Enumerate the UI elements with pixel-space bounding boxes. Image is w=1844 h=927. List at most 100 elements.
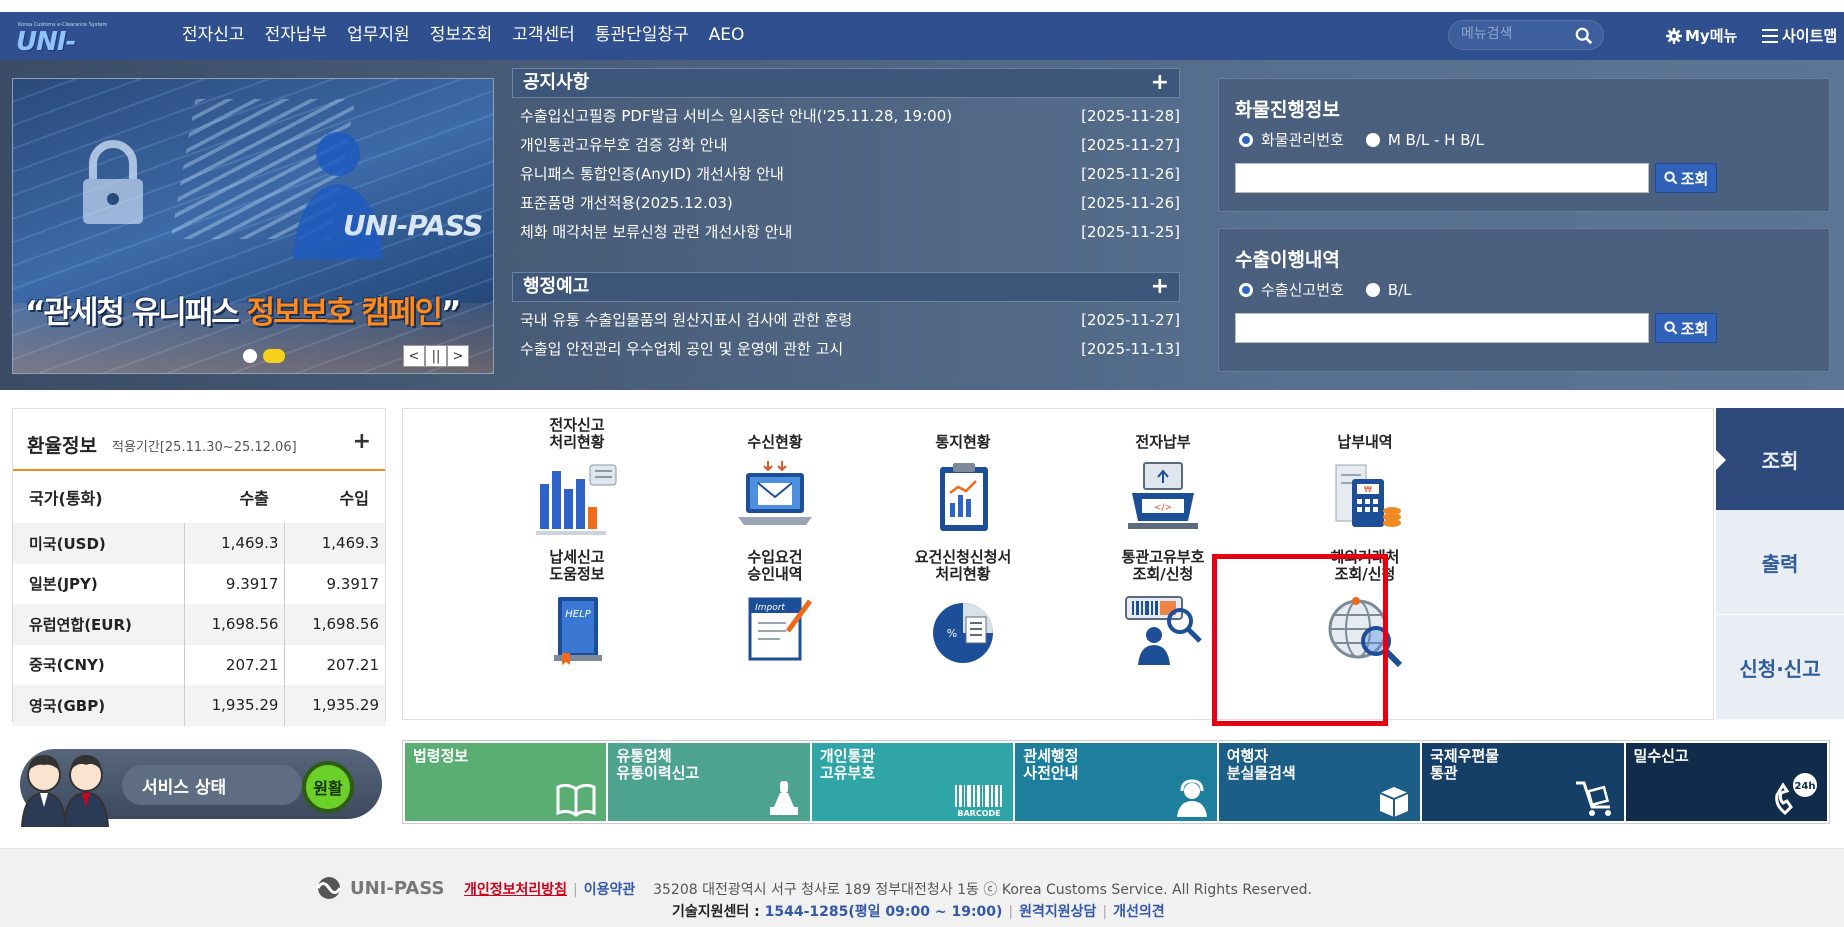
remote-support-link[interactable]: 원격지원상담 bbox=[1019, 904, 1096, 920]
tile-label: 고유부호 bbox=[819, 764, 876, 782]
quick-tax-report-help[interactable]: 납세신고 도움정보 HELP bbox=[497, 549, 657, 671]
notice-item[interactable]: 유니패스 통합인증(AnyID) 개선사항 안내 [2025-11-26] bbox=[512, 160, 1180, 189]
export-option-bl[interactable]: B/L bbox=[1365, 279, 1412, 300]
barcode-icon: BARCODE bbox=[955, 785, 1003, 817]
notice-more-button[interactable]: + bbox=[1151, 69, 1169, 97]
tile-customs-guide[interactable]: 관세행정 사전안내 bbox=[1015, 743, 1217, 821]
cargo-option-bl[interactable]: M B/L - H B/L bbox=[1365, 129, 1484, 150]
korea-customs-emblem-icon bbox=[316, 877, 342, 899]
column-header: 수입 bbox=[339, 489, 369, 508]
admin-notice-item[interactable]: 국내 유통 수출입물품의 원산지표시 검사에 관한 훈령 [2025-11-27] bbox=[512, 306, 1180, 335]
menu-search-input[interactable] bbox=[1461, 26, 1571, 42]
banner-dot-2[interactable] bbox=[263, 349, 285, 363]
quick-requirement-application[interactable]: 요건신청신청서 처리현황 % bbox=[883, 549, 1043, 671]
nav-work-support[interactable]: 업무지원 bbox=[337, 22, 420, 48]
main-nav: 전자신고 전자납부 업무지원 정보조회 고객센터 통관단일창구 AEO bbox=[172, 22, 754, 48]
tab-inquiry[interactable]: 조회 bbox=[1714, 408, 1844, 510]
receipt-calculator-icon: ₩ bbox=[1335, 464, 1401, 527]
radio-selected[interactable] bbox=[1239, 282, 1253, 297]
tile-distribution-report[interactable]: 유통업체 유통이력신고 bbox=[608, 743, 810, 821]
tab-print[interactable]: 출력 bbox=[1716, 510, 1844, 615]
radio-unselected[interactable] bbox=[1365, 282, 1380, 297]
campaign-title-part: “관세청 유니패스 bbox=[25, 295, 247, 331]
tile-international-mail[interactable]: 국제우편물 통관 bbox=[1422, 743, 1624, 821]
pause-button[interactable]: || bbox=[425, 345, 447, 367]
divider: | bbox=[1102, 904, 1108, 920]
admin-notice-item-title: 수출입 안전관리 우수업체 공인 및 운영에 관한 고시 bbox=[520, 340, 844, 358]
nav-customer-center[interactable]: 고객센터 bbox=[502, 22, 585, 48]
exchange-more-button[interactable]: + bbox=[353, 429, 371, 454]
privacy-policy-link[interactable]: 개인정보처리방침 bbox=[464, 882, 567, 898]
prev-button[interactable]: < bbox=[403, 345, 425, 367]
quick-label-line: 전자납부 bbox=[1135, 433, 1191, 451]
cargo-title: 화물진행정보 bbox=[1235, 99, 1340, 121]
svg-text:₩: ₩ bbox=[1364, 485, 1372, 494]
cargo-search-button[interactable]: 조회 bbox=[1655, 163, 1717, 193]
unipass-logo[interactable]: Korea Customs e-Clearance System UNI-PAS… bbox=[14, 22, 136, 87]
nav-e-filing[interactable]: 전자신고 bbox=[172, 22, 255, 48]
help-book-icon: HELP bbox=[554, 597, 602, 665]
quick-received-status[interactable]: 수신현황 bbox=[695, 417, 855, 539]
staff-characters-icon bbox=[20, 755, 110, 827]
notice-item-title: 표준품명 개선적용(2025.12.03) bbox=[520, 194, 733, 212]
admin-notice-item[interactable]: 수출입 안전관리 우수업체 공인 및 운영에 관한 고시 [2025-11-13] bbox=[512, 335, 1180, 364]
quick-e-payment[interactable]: 전자납부 </> bbox=[1083, 417, 1243, 539]
service-status-widget: 서비스 상태 원활 bbox=[12, 745, 384, 827]
export-search-button[interactable]: 조회 bbox=[1655, 313, 1717, 343]
notice-item-date: [2025-11-26] bbox=[1081, 194, 1180, 212]
quick-import-requirement[interactable]: 수입요건 승인내역 Import bbox=[695, 549, 855, 671]
banner-brand: UNI-PASS bbox=[343, 209, 483, 242]
notice-item[interactable]: 표준품명 개선적용(2025.12.03) [2025-11-26] bbox=[512, 189, 1180, 218]
country-cell: 유럽연합(EUR) bbox=[13, 604, 185, 645]
menu-search-box bbox=[1448, 20, 1604, 50]
export-input[interactable] bbox=[1235, 313, 1649, 343]
banner-dot-1[interactable] bbox=[243, 349, 257, 363]
export-history-box: 수출이행내역 수출신고번호 B/L 조회 bbox=[1218, 228, 1830, 372]
quick-item-label: 수입요건 승인내역 bbox=[695, 549, 855, 583]
campaign-banner[interactable]: UNI-PASS “관세청 유니패스 정보보호 캠페인” < || > bbox=[12, 78, 494, 374]
radio-selected[interactable] bbox=[1239, 132, 1253, 147]
terms-link[interactable]: 이용약관 bbox=[584, 882, 636, 898]
tile-law-info[interactable]: 법령정보 bbox=[405, 743, 607, 821]
admin-notice-more-button[interactable]: + bbox=[1151, 273, 1169, 301]
table-row: 유럽연합(EUR) 1,698.56 1,698.56 bbox=[13, 604, 385, 645]
cargo-option-mgmt-no[interactable]: 화물관리번호 bbox=[1239, 129, 1344, 150]
search-icon[interactable] bbox=[1575, 27, 1593, 45]
next-button[interactable]: > bbox=[447, 345, 469, 367]
tile-lost-property[interactable]: 여행자 분실물검색 bbox=[1218, 743, 1421, 821]
support-label: 기술지원센터 : bbox=[672, 904, 765, 920]
export-option-decl-no[interactable]: 수출신고번호 bbox=[1239, 279, 1344, 300]
quick-notification-status[interactable]: 통지현황 bbox=[883, 417, 1043, 539]
notice-item[interactable]: 체화 매각처분 보류신청 관련 개선사항 안내 [2025-11-25] bbox=[512, 218, 1180, 247]
search-icon bbox=[1664, 321, 1678, 335]
sitemap-button[interactable]: 사이트맵 bbox=[1762, 25, 1837, 46]
operator-icon bbox=[1176, 779, 1207, 817]
cargo-input[interactable] bbox=[1235, 163, 1649, 193]
notice-item[interactable]: 개인통관고유부호 검증 강화 안내 [2025-11-27] bbox=[512, 131, 1180, 160]
feedback-link[interactable]: 개선의견 bbox=[1113, 904, 1165, 920]
hero-section: UNI-PASS “관세청 유니패스 정보보호 캠페인” < || > 공지사항… bbox=[0, 60, 1844, 390]
nav-info-inquiry[interactable]: 정보조회 bbox=[420, 22, 503, 48]
service-status-label: 서비스 상태 bbox=[122, 765, 302, 805]
banner-pagination bbox=[243, 349, 285, 363]
tile-smuggling-report[interactable]: 밀수신고 24h bbox=[1625, 743, 1827, 821]
export-rate-cell: 1,935.29 bbox=[183, 685, 285, 726]
radio-unselected[interactable] bbox=[1365, 132, 1380, 147]
campaign-title: “관세청 유니패스 정보보호 캠페인” bbox=[25, 287, 461, 332]
quick-e-filing-status[interactable]: 전자신고 처리현황 bbox=[497, 417, 657, 539]
notice-item-title: 수출입신고필증 PDF발급 서비스 일시중단 안내('25.11.28, 19:… bbox=[520, 107, 953, 125]
my-menu-label: My메뉴 bbox=[1685, 27, 1738, 45]
percent-chart-icon: % bbox=[933, 603, 993, 663]
nav-aeo[interactable]: AEO bbox=[699, 22, 755, 48]
quick-overseas-partner-lookup[interactable]: 해외거래처 조회/신청 bbox=[1285, 549, 1445, 671]
notice-item[interactable]: 수출입신고필증 PDF발급 서비스 일시중단 안내('25.11.28, 19:… bbox=[512, 102, 1180, 131]
hamburger-icon bbox=[1762, 28, 1778, 43]
quick-payment-history[interactable]: 납부내역 ₩ bbox=[1285, 417, 1445, 539]
tile-personal-customs-code[interactable]: 개인통관 고유부호 BARCODE bbox=[811, 743, 1014, 821]
nav-e-payment[interactable]: 전자납부 bbox=[255, 22, 338, 48]
my-menu-button[interactable]: My메뉴 bbox=[1666, 25, 1737, 46]
nav-single-window[interactable]: 통관단일창구 bbox=[585, 22, 699, 48]
laptop-mail-icon bbox=[738, 461, 812, 525]
tab-application[interactable]: 신청·신고 bbox=[1716, 615, 1844, 720]
quick-customs-code-lookup[interactable]: 통관고유부호 조회/신청 bbox=[1083, 549, 1243, 671]
